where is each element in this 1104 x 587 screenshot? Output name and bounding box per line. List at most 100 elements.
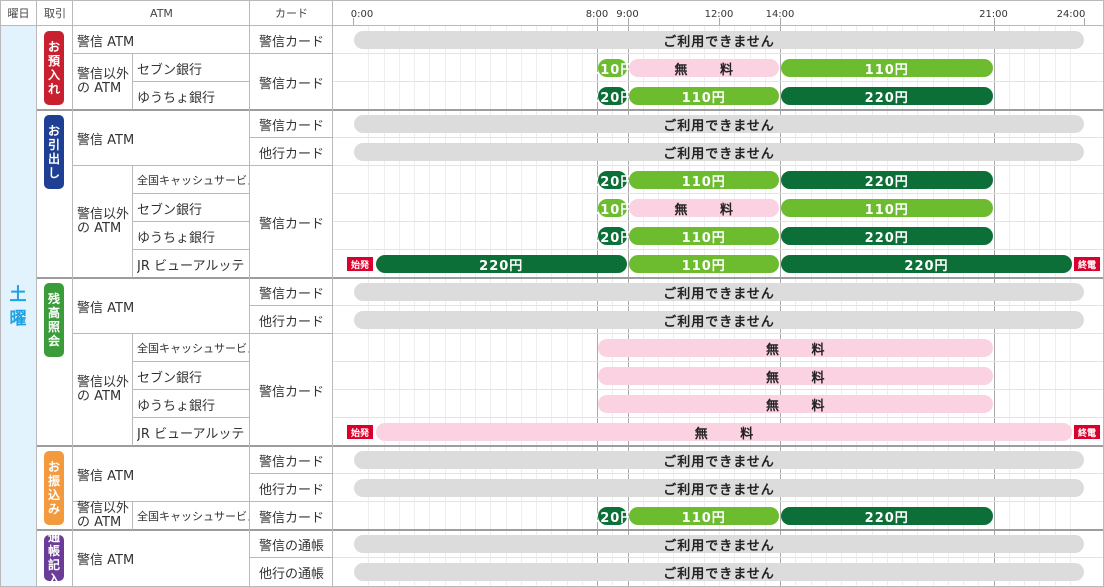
fee-bar: 110円	[781, 59, 993, 78]
row-divider	[333, 193, 1104, 194]
atm-cell: 警信以外の ATM	[77, 207, 130, 236]
category-badge: お預入れ	[44, 31, 64, 105]
fee-bar: 110円	[628, 507, 779, 526]
fee-label: 220円	[864, 230, 909, 246]
free-label: 無 料	[674, 202, 748, 218]
unavailable-bar: ご利用できません	[354, 283, 1084, 302]
bank-cell: ゆうちょ銀行	[137, 398, 216, 414]
fee-label: 110円	[681, 90, 726, 106]
row-divider	[333, 501, 1104, 502]
last-train-tag: 終電	[1074, 257, 1100, 271]
category-badge-char: 振	[47, 474, 60, 488]
fee-label: 220円	[590, 90, 635, 106]
card-cell: 警信の通帳	[258, 538, 324, 554]
last-train-tag: 終電	[1074, 425, 1100, 439]
fee-bar: 110円	[628, 171, 779, 190]
time-label: 8:00	[585, 9, 609, 20]
category-badge-char: し	[47, 166, 60, 180]
category-badge-char: 通	[47, 530, 60, 544]
fee-bar: 220円	[781, 507, 993, 526]
card-cell: 他行カード	[258, 314, 324, 330]
fee-label: 110円	[864, 202, 909, 218]
day-label-char: 土	[9, 284, 27, 305]
bank-cell: ゆうちょ銀行	[137, 230, 216, 246]
fee-bar: 220円	[590, 227, 633, 246]
fee-bar: 110円	[628, 255, 779, 274]
fee-label: 220円	[590, 174, 635, 190]
card-cell: 警信カード	[258, 454, 324, 470]
unavailable-label: ご利用できません	[663, 566, 775, 582]
category-badge-char: 引	[47, 138, 60, 152]
unavailable-label: ご利用できません	[663, 118, 775, 134]
fee-bar: 110円	[628, 227, 779, 246]
fee-bar: 110円	[781, 199, 993, 218]
unavailable-label: ご利用できません	[663, 482, 775, 498]
atm-cell: 警信以外の ATM	[77, 67, 130, 96]
unavailable-bar: ご利用できません	[354, 143, 1084, 162]
time-label: 9:00	[616, 9, 639, 20]
fee-label: 220円	[864, 510, 909, 526]
fee-label: 220円	[590, 230, 635, 246]
time-label: 24:00	[1056, 9, 1086, 20]
unavailable-bar: ご利用できません	[354, 563, 1084, 582]
category-badge-char: 込	[47, 488, 60, 502]
free-label: 無 料	[765, 398, 839, 414]
unavailable-label: ご利用できません	[663, 314, 775, 330]
fee-bar: 110円	[590, 59, 633, 78]
time-label: 21:00	[979, 9, 1008, 20]
bank-cell: セブン銀行	[137, 62, 203, 78]
row-divider	[333, 389, 1104, 390]
first-train-tag: 始発	[347, 425, 373, 439]
table-border	[0, 0, 1104, 1]
column-divider	[0, 0, 1, 587]
card-cell: 警信カード	[258, 76, 324, 92]
fee-label: 110円	[681, 230, 726, 246]
atm-cell: 警信 ATM	[77, 132, 135, 148]
category-badge: 通帳記入	[44, 530, 64, 586]
atm-cell: 警信以外の ATM	[77, 375, 130, 404]
category-badge-char: 記	[47, 558, 60, 572]
category-badge-char: お	[47, 124, 60, 138]
unavailable-label: ご利用できません	[663, 454, 775, 470]
card-cell: 警信カード	[258, 286, 324, 302]
fee-bar: 220円	[590, 87, 633, 106]
unavailable-label: ご利用できません	[663, 538, 775, 554]
category-badge-char: 残	[47, 292, 60, 306]
bank-cell: セブン銀行	[137, 370, 203, 386]
category-badge: お振込み	[44, 451, 64, 525]
category-badge-char: み	[47, 502, 60, 516]
fee-bar: 220円	[376, 255, 627, 274]
free-bar: 無 料	[598, 395, 993, 414]
bank-cell: 全国キャッシュサービス	[137, 174, 249, 187]
column-divider	[36, 0, 37, 587]
fee-label: 220円	[479, 258, 524, 274]
fee-label: 110円	[590, 202, 635, 218]
card-cell: 他行カード	[258, 146, 324, 162]
row-divider	[333, 361, 1104, 362]
row-divider	[333, 221, 1104, 222]
free-label: 無 料	[694, 426, 768, 442]
row-divider	[333, 249, 1104, 250]
header-card: カード	[275, 7, 308, 20]
fee-bar: 220円	[781, 171, 993, 190]
unavailable-bar: ご利用できません	[354, 115, 1084, 134]
free-bar: 無 料	[598, 339, 993, 358]
atm-cell: 警信 ATM	[77, 468, 135, 484]
fee-bar: 220円	[781, 255, 1072, 274]
fee-label: 220円	[904, 258, 949, 274]
fee-bar: 110円	[590, 199, 633, 218]
time-label: 0:00	[350, 9, 374, 20]
time-label: 14:00	[765, 9, 795, 20]
category-badge-char: 会	[47, 334, 60, 348]
category-badge-char: 帳	[47, 544, 60, 558]
bank-cell: セブン銀行	[137, 202, 203, 218]
fee-bar: 110円	[628, 87, 779, 106]
fee-label: 220円	[590, 510, 635, 526]
bank-cell: 全国キャッシュサービス	[137, 342, 249, 355]
unavailable-label: ご利用できません	[663, 34, 775, 50]
card-cell: 他行カード	[258, 482, 324, 498]
fee-bar: 220円	[781, 87, 993, 106]
day-label-saturday: 土 曜	[0, 26, 36, 587]
row-divider	[333, 473, 1104, 474]
bank-cell: ゆうちょ銀行	[137, 90, 216, 106]
